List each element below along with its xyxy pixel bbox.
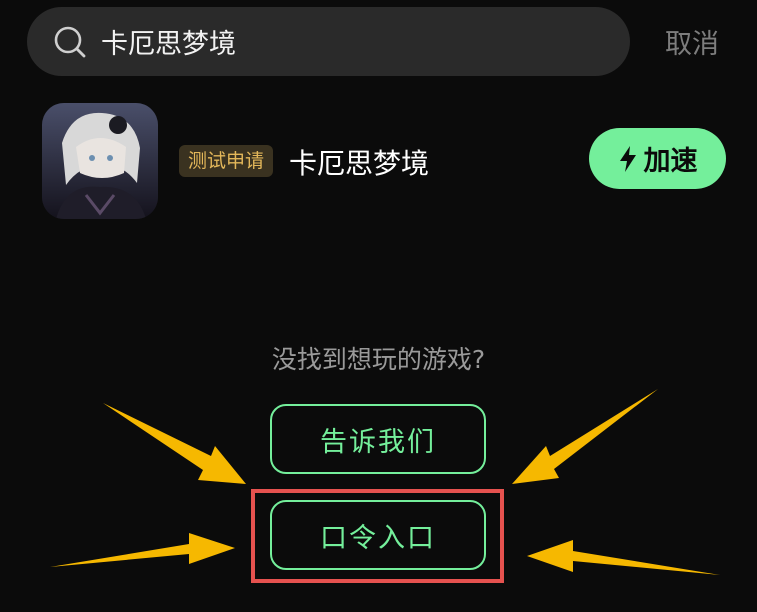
tell-us-button[interactable]: 告诉我们 <box>270 404 486 474</box>
game-title: 卡厄思梦境 <box>289 147 430 180</box>
search-icon <box>53 25 87 59</box>
arrow-bottom-left <box>50 533 235 567</box>
cancel-button[interactable]: 取消 <box>665 22 719 61</box>
status-badge: 测试申请 <box>179 145 274 177</box>
accelerate-button[interactable]: 加速 <box>589 128 726 189</box>
bolt-icon <box>618 145 638 173</box>
not-found-prompt: 没找到想玩的游戏? <box>271 345 486 374</box>
search-result-item[interactable]: 测试申请 卡厄思梦境 加速 <box>0 97 757 222</box>
accelerate-label: 加速 <box>643 146 698 177</box>
arrow-top-right <box>512 389 658 484</box>
arrow-bottom-right <box>527 540 720 575</box>
search-bar[interactable] <box>27 7 630 76</box>
search-input[interactable] <box>101 26 571 57</box>
arrow-top-left <box>103 403 246 484</box>
game-icon[interactable] <box>42 103 158 219</box>
passcode-entry-button[interactable]: 口令入口 <box>270 500 486 570</box>
